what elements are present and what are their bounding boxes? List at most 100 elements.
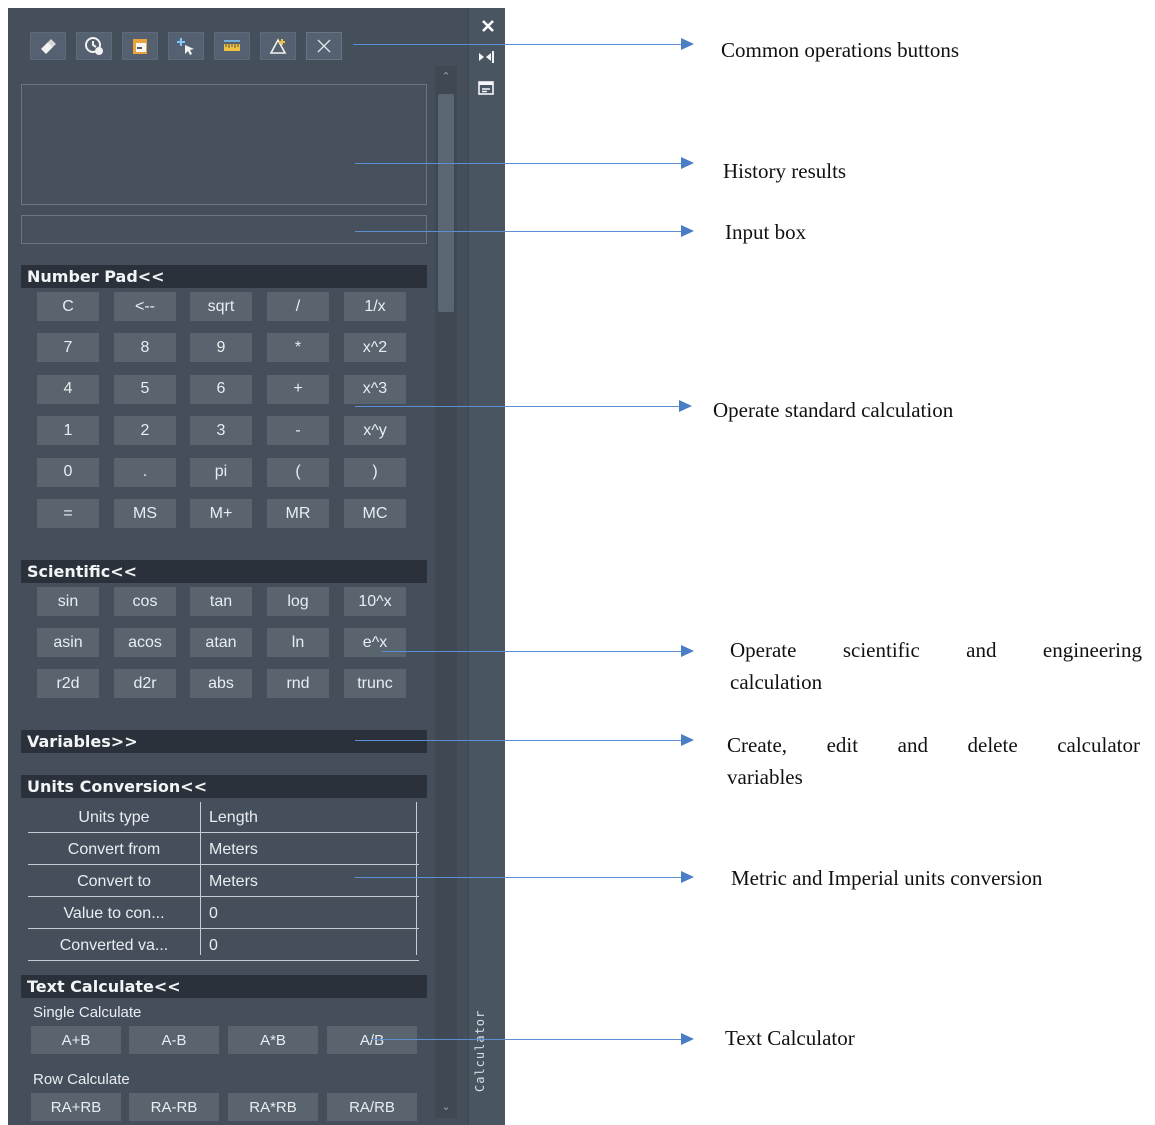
calc-key[interactable]: abs (190, 669, 252, 698)
annotation-input: Input box (725, 220, 807, 244)
calc-key[interactable]: 9 (190, 333, 252, 363)
properties-icon[interactable] (477, 79, 495, 97)
close-x-icon[interactable] (306, 32, 342, 60)
calc-key[interactable]: 0 (37, 457, 99, 487)
calc-key[interactable]: 5 (114, 374, 176, 404)
text-calc-button[interactable]: A-B (129, 1026, 219, 1054)
annotation-line (355, 231, 683, 232)
annotation-text-calc: Text Calculator (725, 1026, 855, 1050)
annotation-variables-line-2: variables (727, 765, 803, 789)
number-pad-header[interactable]: Number Pad<< (21, 265, 427, 288)
units-conversion-table: Units type Length Convert from Meters Conver… (28, 802, 419, 961)
units-property-value[interactable]: Meters (209, 866, 414, 897)
units-conversion-header[interactable]: Units Conversion<< (21, 775, 427, 798)
annotation-scientific-line-2: calculation (730, 670, 823, 694)
calc-key[interactable]: MC (344, 499, 406, 528)
annotation-line (355, 877, 683, 878)
calc-key[interactable]: sin (37, 587, 99, 616)
calc-key[interactable]: 10^x (344, 587, 406, 616)
scroll-down-icon[interactable]: ⌄ (439, 1100, 453, 1114)
pick-point-icon[interactable] (168, 32, 204, 60)
scroll-up-icon[interactable]: ⌃ (439, 70, 453, 84)
history-results-box[interactable] (21, 84, 427, 205)
calc-key[interactable]: <-- (114, 292, 176, 321)
calc-key[interactable]: x^y (344, 416, 406, 446)
calc-key[interactable]: atan (190, 628, 252, 657)
annotation-line (355, 406, 681, 407)
calc-key[interactable]: = (37, 499, 99, 528)
calc-key[interactable]: 1 (37, 416, 99, 446)
variables-header[interactable]: Variables>> (21, 730, 427, 753)
text-calc-button[interactable]: RA/RB (327, 1093, 417, 1121)
calc-key[interactable]: d2r (114, 669, 176, 698)
calc-key[interactable]: sqrt (190, 292, 252, 321)
table-row[interactable]: Value to con... 0 (28, 898, 419, 929)
calc-key[interactable]: 7 (37, 333, 99, 363)
calc-key[interactable]: tan (190, 587, 252, 616)
table-row[interactable]: Units type Length (28, 802, 419, 833)
calc-key[interactable]: / (267, 292, 329, 321)
calc-key[interactable]: e^x (344, 628, 406, 657)
text-calc-button[interactable]: A*B (228, 1026, 318, 1054)
scientific-header[interactable]: Scientific<< (21, 560, 427, 583)
text-calc-button[interactable]: A/B (327, 1026, 417, 1054)
calc-key[interactable]: x^3 (344, 374, 406, 404)
calc-key[interactable]: trunc (344, 669, 406, 698)
table-row[interactable]: Convert from Meters (28, 834, 419, 865)
calc-key[interactable]: . (114, 457, 176, 487)
calc-key[interactable]: 6 (190, 374, 252, 404)
calc-key[interactable]: 8 (114, 333, 176, 363)
annotation-history: History results (723, 159, 847, 183)
annotation-common-ops: Common operations buttons (721, 38, 959, 62)
calc-key[interactable]: MS (114, 499, 176, 528)
measure-distance-icon[interactable] (214, 32, 250, 60)
calc-key[interactable]: acos (114, 628, 176, 657)
calc-key[interactable]: ) (344, 457, 406, 487)
calc-key[interactable]: asin (37, 628, 99, 657)
text-calc-button[interactable]: RA+RB (31, 1093, 121, 1121)
calculator-input-box[interactable] (21, 215, 427, 244)
text-calc-button[interactable]: RA-RB (129, 1093, 219, 1121)
calc-key[interactable]: MR (267, 499, 329, 528)
calc-key[interactable]: ( (267, 457, 329, 487)
eraser-icon[interactable] (30, 32, 66, 60)
calc-key[interactable]: r2d (37, 669, 99, 698)
table-row[interactable]: Converted va... 0 (28, 930, 419, 961)
panel-side-label: Calculator (473, 1009, 487, 1092)
calc-key[interactable]: 2 (114, 416, 176, 446)
calc-key[interactable]: 3 (190, 416, 252, 446)
paste-icon[interactable] (122, 32, 158, 60)
calc-key[interactable]: C (37, 292, 99, 321)
calc-key[interactable]: pi (190, 457, 252, 487)
dock-toggle-icon[interactable] (477, 48, 495, 66)
text-calc-button[interactable]: A+B (31, 1026, 121, 1054)
units-property-value[interactable]: Meters (209, 834, 414, 865)
measure-angle-icon[interactable] (260, 32, 296, 60)
annotation-arrowhead (681, 157, 694, 169)
calc-key[interactable]: cos (114, 587, 176, 616)
close-icon[interactable] (479, 17, 497, 35)
annotation-arrowhead (679, 400, 692, 412)
calc-key[interactable]: 4 (37, 374, 99, 404)
annotation-arrowhead (681, 734, 694, 746)
calc-key[interactable]: M+ (190, 499, 252, 528)
calc-key[interactable]: - (267, 416, 329, 446)
text-calculate-header[interactable]: Text Calculate<< (21, 975, 427, 998)
units-property-value[interactable]: 0 (209, 898, 414, 929)
calc-key[interactable]: + (267, 374, 329, 404)
table-row[interactable]: Convert to Meters (28, 866, 419, 897)
units-property-value[interactable]: 0 (209, 930, 414, 961)
units-property-value[interactable]: Length (209, 802, 414, 833)
history-clear-icon[interactable] (76, 32, 112, 60)
calc-key[interactable]: 1/x (344, 292, 406, 321)
calc-key[interactable]: log (267, 587, 329, 616)
calc-key[interactable]: x^2 (344, 333, 406, 363)
scrollbar-thumb[interactable] (438, 94, 454, 312)
calc-key[interactable]: ln (267, 628, 329, 657)
units-property-name: Units type (78, 809, 150, 826)
calc-key[interactable]: * (267, 333, 329, 363)
calc-key[interactable]: rnd (267, 669, 329, 698)
text-calc-button[interactable]: RA*RB (228, 1093, 318, 1121)
single-calculate-label: Single Calculate (33, 1004, 142, 1021)
annotation-units: Metric and Imperial units conversion (731, 866, 1043, 890)
